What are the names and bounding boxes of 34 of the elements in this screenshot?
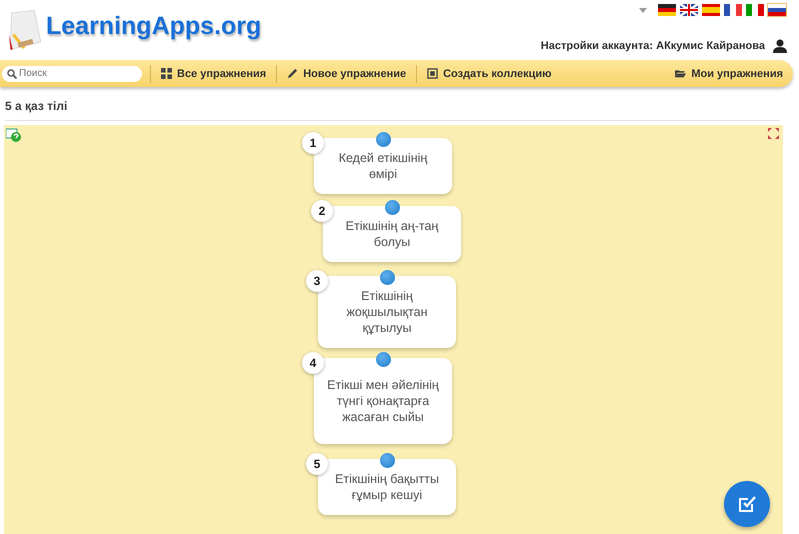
nav-link[interactable]: Создать коллекцию (416, 64, 562, 82)
drag-handle[interactable] (376, 132, 391, 147)
card-number: 3 (306, 270, 328, 292)
flag-icon[interactable] (723, 3, 743, 17)
nav-link[interactable]: Новое упражнение (276, 64, 416, 82)
card-number: 5 (306, 453, 328, 475)
card-number: 2 (311, 200, 333, 222)
flag-icon[interactable] (767, 3, 787, 17)
drag-handle[interactable] (385, 200, 400, 215)
drag-handle[interactable] (376, 352, 391, 367)
search-field[interactable]: Поиск (2, 66, 142, 82)
user-icon[interactable] (773, 39, 787, 53)
logo[interactable]: LearningApps.org (46, 12, 262, 46)
check-button[interactable] (724, 481, 770, 527)
answer-card[interactable]: Кедей етікшінің өмірі (314, 138, 452, 194)
help-icon[interactable] (6, 127, 21, 142)
search-icon (7, 68, 17, 78)
flag-icon[interactable] (657, 3, 677, 17)
check-icon (737, 494, 757, 514)
collection-icon (427, 68, 438, 79)
pencil-icon (287, 68, 298, 79)
nav-link[interactable]: Все упражнения (150, 64, 276, 82)
account-settings-link[interactable]: Настройки аккаунта: АКкумис Кайранова (540, 40, 765, 52)
drag-handle[interactable] (380, 270, 395, 285)
nav-link[interactable]: Мои упражнения (665, 64, 793, 82)
flag-icon[interactable] (679, 3, 699, 17)
page-title: 5 а қаз тілі (5, 99, 780, 121)
card-number: 4 (302, 352, 324, 374)
grid-icon (161, 68, 172, 79)
dropdown-caret-icon[interactable] (639, 8, 647, 12)
fullscreen-icon[interactable] (768, 128, 779, 139)
drag-handle[interactable] (380, 453, 395, 468)
card-number: 1 (302, 132, 324, 154)
folder-icon (675, 68, 686, 79)
